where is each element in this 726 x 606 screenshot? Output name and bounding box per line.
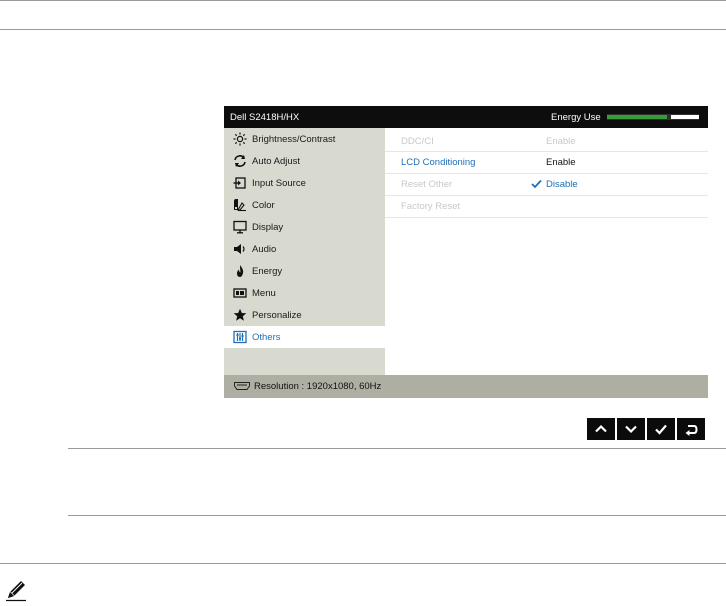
menu-item-brightness-contrast[interactable]: Brightness/Contrast: [224, 128, 385, 150]
down-button[interactable]: [617, 418, 645, 440]
menu-item-label: Audio: [252, 244, 277, 255]
osd-header: Dell S2418H/HX Energy Use: [224, 106, 708, 128]
color-icon: [234, 199, 246, 212]
option-value: Disable: [546, 179, 578, 190]
osd-main-menu: Brightness/Contrast Auto Adjust Input So…: [224, 128, 385, 375]
resolution-text: Resolution : 1920x1080, 60Hz: [254, 381, 382, 392]
back-icon: [685, 425, 698, 436]
brightness-icon: [233, 132, 247, 146]
menu-item-input-source[interactable]: Input Source: [224, 172, 385, 194]
menu-item-personalize[interactable]: Personalize: [224, 304, 385, 326]
note-pencil-icon: [6, 581, 26, 602]
others-icon: [233, 330, 247, 344]
osd-footer: Resolution : 1920x1080, 60Hz: [224, 375, 708, 398]
menu-icon: [233, 288, 247, 298]
option-value: Enable: [546, 136, 576, 147]
menu-item-menu[interactable]: Menu: [224, 282, 385, 304]
energy-icon: [237, 265, 244, 277]
top-rule: [0, 0, 726, 1]
menu-item-display[interactable]: Display: [224, 216, 385, 238]
option-reset-other[interactable]: Reset Other Disable: [385, 173, 708, 196]
menu-item-label: Auto Adjust: [252, 156, 301, 167]
section-rule-2: [68, 515, 726, 516]
menu-item-label: Others: [252, 332, 281, 343]
option-value: Enable: [546, 157, 576, 168]
menu-item-label: Color: [252, 200, 275, 211]
menu-item-label: Personalize: [252, 310, 302, 321]
option-ddc-ci[interactable]: DDC/CI Enable: [385, 132, 708, 152]
option-name: Factory Reset: [401, 201, 461, 212]
menu-item-energy[interactable]: Energy: [224, 260, 385, 282]
checkmark-icon: [531, 179, 542, 189]
menu-item-others[interactable]: Others: [224, 326, 385, 348]
up-button[interactable]: [587, 418, 615, 440]
header-rule: [0, 29, 726, 30]
display-icon: [233, 220, 247, 234]
star-icon: [233, 308, 247, 321]
checkmark-icon: [655, 424, 667, 435]
section-rule-1: [68, 448, 726, 449]
energy-use-fill: [607, 115, 667, 119]
osd-submenu: DDC/CI Enable LCD Conditioning Enable Re…: [385, 128, 708, 375]
monitor-model: Dell S2418H/HX: [230, 112, 300, 123]
menu-item-auto-adjust[interactable]: Auto Adjust: [224, 150, 385, 172]
menu-item-audio[interactable]: Audio: [224, 238, 385, 260]
confirm-button[interactable]: [647, 418, 675, 440]
hdmi-port-icon: [234, 382, 250, 390]
option-name: LCD Conditioning: [401, 157, 476, 168]
osd-menu: Dell S2418H/HX Energy Use Brightness/Con…: [224, 106, 708, 398]
auto-adjust-icon: [234, 155, 246, 167]
audio-icon: [234, 244, 245, 254]
section-rule-3: [0, 563, 726, 564]
option-factory-reset[interactable]: Factory Reset: [385, 195, 708, 218]
energy-use-remaining: [671, 115, 699, 119]
input-source-icon: [233, 177, 246, 189]
down-arrow-icon: [625, 425, 637, 434]
menu-item-label: Input Source: [252, 178, 306, 189]
energy-use-label: Energy Use: [551, 112, 601, 123]
option-name: DDC/CI: [401, 136, 434, 147]
option-name: Reset Other: [401, 179, 453, 190]
menu-item-label: Energy: [252, 266, 283, 277]
menu-item-label: Menu: [252, 288, 276, 299]
menu-item-label: Brightness/Contrast: [252, 134, 336, 145]
energy-use-meter: [607, 114, 699, 120]
menu-item-label: Display: [252, 222, 284, 233]
option-lcd-conditioning[interactable]: LCD Conditioning Enable: [385, 151, 708, 174]
menu-item-color[interactable]: Color: [224, 194, 385, 216]
up-arrow-icon: [595, 424, 607, 433]
back-button[interactable]: [677, 418, 705, 440]
